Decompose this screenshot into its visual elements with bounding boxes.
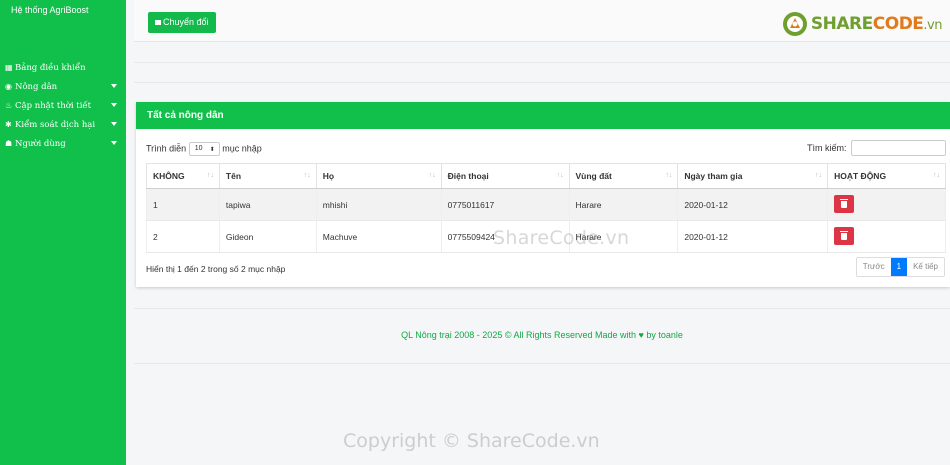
caret-down-icon — [111, 103, 117, 107]
grid-icon: ▦ — [5, 63, 13, 72]
sidebar-item-pest-control[interactable]: ✱ Kiểm soát dịch hại — [0, 115, 126, 134]
search-input[interactable] — [851, 140, 946, 156]
cell-joined: 2020-01-12 — [677, 220, 829, 253]
pagination-page-1[interactable]: 1 — [890, 258, 908, 276]
cell-phone: 0775011617 — [440, 188, 570, 221]
sidebar-item-dashboard[interactable]: ▦ Bảng điều khiển — [0, 58, 126, 77]
cell-region: Harare — [568, 188, 679, 221]
sidebar-item-farmers[interactable]: ◉ Nông dân — [0, 77, 126, 96]
sidebar-item-label: Kiểm soát dịch hại — [15, 120, 96, 130]
logo-text: SHARECODE.vn — [810, 14, 943, 34]
pagination-next[interactable]: Kế tiếp — [907, 258, 944, 276]
sort-icon: ↑↓ — [933, 172, 940, 179]
weather-icon: ♨ — [5, 101, 13, 110]
cell-last-name: Machuve — [315, 220, 442, 253]
table-search: Tìm kiếm: — [807, 140, 946, 156]
divider — [134, 62, 950, 63]
cell-actions — [827, 188, 946, 221]
column-header-no[interactable]: KHÔNG ↑↓ — [146, 163, 220, 189]
column-header-actions[interactable]: HOẠT ĐỘNG ↑↓ — [827, 163, 946, 189]
bug-icon: ✱ — [5, 120, 12, 129]
footer-text: QL Nông trại 2008 - 2025 © All Rights Re… — [401, 330, 683, 340]
sort-icon: ↑↓ — [815, 172, 823, 179]
sort-icon: ↑↓ — [665, 172, 673, 179]
top-bar: Chuyển đổi SHARECODE.vn — [134, 0, 950, 42]
card-title: Tất cả nông dân — [136, 102, 950, 129]
entries-length-select[interactable]: 10 ⬍ — [188, 142, 220, 156]
watermark-bottom: Copyright © ShareCode.vn — [343, 430, 600, 452]
cell-first-name: tapiwa — [218, 188, 317, 221]
sort-icon: ↑↓ — [303, 172, 311, 179]
menu-icon — [155, 20, 161, 26]
users-icon: ☗ — [5, 139, 13, 148]
table-info: Hiển thị 1 đến 2 trong số 2 mục nhập — [146, 264, 286, 274]
cell-first-name: Gideon — [218, 220, 317, 253]
sharecode-logo: SHARECODE.vn — [782, 10, 942, 38]
sidebar: Hệ thống AgriBoost ▦ Bảng điều khiển ◉ Nôn… — [0, 0, 126, 465]
caret-down-icon — [111, 84, 117, 88]
cell-joined: 2020-01-12 — [677, 188, 829, 221]
sort-icon: ↑↓ — [206, 172, 214, 179]
caret-down-icon — [111, 122, 117, 126]
column-header-joined[interactable]: Ngày tham gia ↑↓ — [677, 163, 829, 189]
column-header-phone[interactable]: Điện thoại ↑↓ — [440, 163, 570, 189]
divider — [134, 308, 950, 309]
sidebar-item-weather[interactable]: ♨ Cập nhật thời tiết — [0, 96, 126, 115]
select-arrows-icon: ⬍ — [209, 147, 215, 153]
divider — [134, 82, 950, 83]
table-header-row: KHÔNG ↑↓ Tên ↑↓ Họ ↑↓ Điện thoại ↑↓ Vùng đất… — [146, 163, 946, 189]
sort-icon: ↑↓ — [428, 172, 436, 179]
toggle-sidebar-label: Chuyển đổi — [163, 17, 209, 27]
farmers-card: Tất cả nông dân Trình diễn 10 ⬍ mục nhập … — [136, 102, 950, 287]
pagination-previous[interactable]: Trước — [857, 258, 891, 276]
trash-icon — [840, 230, 849, 240]
column-header-last-name[interactable]: Họ ↑↓ — [315, 163, 442, 189]
column-header-region[interactable]: Vùng đất ↑↓ — [568, 163, 679, 189]
cell-actions — [827, 220, 946, 253]
user-circle-icon: ◉ — [5, 82, 12, 91]
cell-no: 2 — [146, 220, 220, 253]
sidebar-item-label: Cập nhật thời tiết — [15, 101, 92, 111]
sidebar-item-users[interactable]: ☗ Người dùng — [0, 134, 126, 153]
entries-length-control: Trình diễn 10 ⬍ mục nhập — [146, 142, 262, 156]
caret-down-icon — [111, 141, 117, 145]
divider — [134, 363, 950, 364]
table-row: 1 tapiwa mhishi 0775011617 Harare 2020-0… — [146, 188, 946, 221]
column-header-first-name[interactable]: Tên ↑↓ — [218, 163, 317, 189]
sidebar-item-label: Bảng điều khiển — [15, 63, 86, 73]
sidebar-item-label: Nông dân — [15, 82, 58, 92]
toggle-sidebar-button[interactable]: Chuyển đổi — [148, 12, 216, 33]
search-label: Tìm kiếm: — [806, 143, 847, 153]
sharecode-logo-icon — [782, 12, 807, 36]
pagination: Trước 1 Kế tiếp — [855, 257, 945, 277]
cell-last-name: mhishi — [315, 188, 442, 221]
app-brand[interactable]: Hệ thống AgriBoost — [11, 5, 89, 15]
sort-icon: ↑↓ — [556, 172, 564, 179]
delete-button[interactable] — [834, 226, 855, 245]
sidebar-nav: ▦ Bảng điều khiển ◉ Nông dân ♨ Cập nhật thờ… — [0, 58, 126, 153]
trash-icon — [840, 198, 849, 208]
sidebar-item-label: Người dùng — [15, 139, 66, 149]
cell-no: 1 — [146, 188, 220, 221]
delete-button[interactable] — [834, 194, 855, 213]
watermark-center: ShareCode.vn — [493, 227, 630, 249]
